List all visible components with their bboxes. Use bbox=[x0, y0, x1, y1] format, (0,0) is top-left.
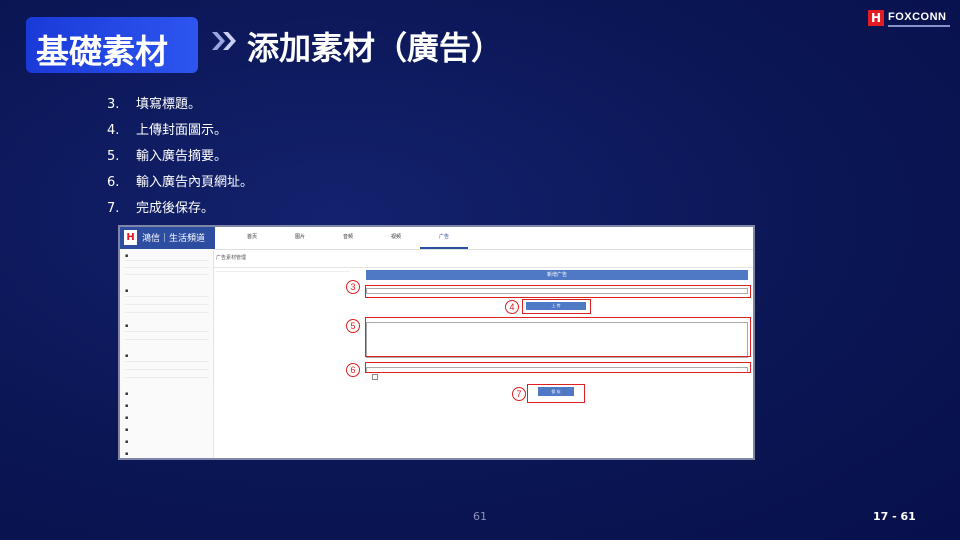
highlight-box-summary bbox=[365, 317, 751, 357]
callout-5: 5 bbox=[346, 319, 360, 333]
divider bbox=[216, 271, 350, 272]
sidebar-item[interactable]: ▪ bbox=[125, 451, 128, 457]
brand-icon: H bbox=[124, 230, 137, 245]
double-chevron-icon bbox=[212, 32, 236, 50]
divider bbox=[214, 267, 753, 268]
step-number: 6. bbox=[107, 175, 120, 190]
app-topbar: H 鴻信｜生活頻道 首页 图片 音频 视频 广告 bbox=[120, 227, 753, 250]
divider bbox=[125, 312, 209, 313]
tab-video[interactable]: 视频 bbox=[372, 227, 420, 249]
section-tag-label: 基礎素材 bbox=[36, 32, 168, 71]
step-number: 7. bbox=[107, 201, 120, 216]
highlight-box-save bbox=[527, 384, 585, 403]
step-text: 上傳封面圖示。 bbox=[136, 123, 228, 138]
sidebar-item[interactable]: ▪ bbox=[125, 415, 128, 421]
step-item: 4. 上傳封面圖示。 bbox=[107, 119, 253, 145]
step-item: 7. 完成後保存。 bbox=[107, 197, 253, 223]
tab-home[interactable]: 首页 bbox=[228, 227, 276, 249]
divider bbox=[125, 260, 209, 261]
page-reference: 17 - 61 bbox=[873, 510, 916, 523]
divider bbox=[125, 339, 209, 340]
divider bbox=[125, 304, 209, 305]
app-tabs: 首页 图片 音频 视频 广告 bbox=[228, 227, 468, 249]
sidebar-item[interactable]: ▪ bbox=[125, 323, 128, 329]
step-text: 填寫標題。 bbox=[136, 97, 202, 112]
page-title: 添加素材（廣告） bbox=[247, 29, 504, 67]
sidebar-item[interactable]: ▪ bbox=[125, 427, 128, 433]
step-list: 3. 填寫標題。 4. 上傳封面圖示。 5. 輸入廣告摘要。 6. 輸入廣告內頁網址。 … bbox=[107, 93, 253, 223]
section-tag: 基礎素材 bbox=[26, 17, 198, 73]
sidebar-item[interactable]: ▪ bbox=[125, 439, 128, 445]
divider bbox=[125, 296, 209, 297]
tab-image[interactable]: 图片 bbox=[276, 227, 324, 249]
step-item: 3. 填寫標題。 bbox=[107, 93, 253, 119]
embedded-screenshot: H 鴻信｜生活頻道 首页 图片 音频 视频 广告 ▪ ▪ ▪ ▪ ▪ ▪ ▪ ▪… bbox=[118, 225, 755, 460]
sidebar-item[interactable]: ▪ bbox=[125, 353, 128, 359]
divider bbox=[125, 377, 209, 378]
divider bbox=[125, 267, 209, 268]
divider bbox=[125, 331, 209, 332]
sidebar-item[interactable]: ▪ bbox=[125, 288, 128, 294]
step-number: 4. bbox=[107, 123, 120, 138]
checkbox[interactable] bbox=[372, 374, 378, 380]
highlight-box-upload bbox=[522, 299, 591, 314]
callout-3: 3 bbox=[346, 280, 360, 294]
step-number: 3. bbox=[107, 97, 120, 112]
divider bbox=[125, 274, 209, 275]
step-item: 5. 輸入廣告摘要。 bbox=[107, 145, 253, 171]
logo-tagline-bar bbox=[888, 25, 950, 27]
brand-name: 鴻信｜生活頻道 bbox=[142, 234, 206, 244]
page-number: 61 bbox=[473, 510, 487, 523]
step-item: 6. 輸入廣告內頁網址。 bbox=[107, 171, 253, 197]
sidebar-item[interactable]: ▪ bbox=[125, 253, 128, 259]
highlight-box-title bbox=[365, 285, 751, 298]
app-sidebar: ▪ ▪ ▪ ▪ ▪ ▪ ▪ ▪ ▪ ▪ bbox=[120, 249, 214, 458]
step-text: 輸入廣告摘要。 bbox=[136, 149, 228, 164]
foxconn-logo: H FOXCONN bbox=[868, 10, 952, 32]
logo-mark: H bbox=[868, 10, 884, 26]
callout-4: 4 bbox=[505, 300, 519, 314]
logo-text: FOXCONN bbox=[888, 11, 947, 23]
tab-ads[interactable]: 广告 bbox=[420, 227, 468, 249]
callout-7: 7 bbox=[512, 387, 526, 401]
tab-audio[interactable]: 音频 bbox=[324, 227, 372, 249]
callout-6: 6 bbox=[346, 363, 360, 377]
step-text: 輸入廣告內頁網址。 bbox=[136, 175, 254, 190]
breadcrumb: 广告素材管理 bbox=[216, 255, 247, 261]
step-text: 完成後保存。 bbox=[136, 201, 215, 216]
divider bbox=[125, 361, 209, 362]
step-number: 5. bbox=[107, 149, 120, 164]
divider bbox=[125, 369, 209, 370]
sidebar-item[interactable]: ▪ bbox=[125, 391, 128, 397]
highlight-box-url bbox=[365, 362, 751, 373]
sidebar-item[interactable]: ▪ bbox=[125, 403, 128, 409]
form-header: 新增广告 bbox=[366, 270, 748, 280]
app-brand: H 鴻信｜生活頻道 bbox=[120, 227, 215, 249]
